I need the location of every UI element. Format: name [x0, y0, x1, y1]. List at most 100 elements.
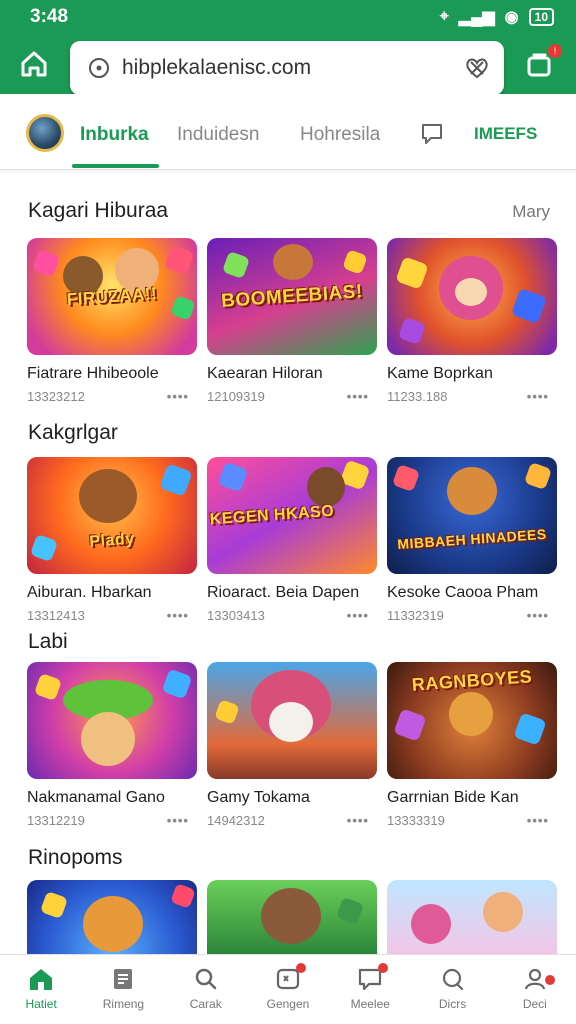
bottom-navigation: Hatiet Rimeng Carak Gengen Meelee Dicrs … — [0, 954, 576, 1024]
tab-induidesn[interactable]: Induidesn — [177, 124, 259, 146]
nav-item-profile[interactable]: Deci — [494, 955, 576, 1024]
game-thumbnail[interactable] — [207, 880, 377, 954]
signal-icon: ▂▄▆ — [458, 9, 495, 26]
card-title: Nakmanamal Gano — [27, 789, 165, 806]
nav-item-home[interactable]: Hatiet — [0, 955, 82, 1024]
game-thumbnail[interactable] — [207, 662, 377, 779]
card-title: Fiatrare Hhibeoole — [27, 365, 159, 382]
status-bar: 3:48 ⌖ ▂▄▆ ◉ 10 — [0, 0, 576, 34]
avatar[interactable] — [26, 114, 64, 152]
game-thumbnail[interactable]: KEGEN HKASO — [207, 457, 377, 574]
home-button[interactable] — [0, 34, 68, 94]
game-card[interactable]: Kame Boprkan 11233.188 •••• — [387, 238, 557, 404]
card-title: Gamy Tokama — [207, 789, 310, 806]
tab-imeefs[interactable]: IMEEFS — [474, 124, 537, 144]
game-card[interactable]: Gamy Tokama 14942312 •••• — [207, 662, 377, 828]
nav-item-messages[interactable]: Meelee — [329, 955, 411, 1024]
thumbnail-art-text: MIBBAEH HINADEES — [396, 525, 548, 553]
site-info-icon[interactable] — [88, 57, 110, 79]
card-title: Rioaract. Beia Dapen — [207, 584, 360, 601]
game-thumbnail[interactable] — [387, 880, 557, 954]
section-title-2: Kakgrlgar — [28, 421, 118, 444]
nav-label: Dicrs — [438, 997, 467, 1011]
more-options-icon[interactable]: •••• — [167, 389, 197, 404]
game-card[interactable] — [207, 880, 377, 954]
game-card[interactable] — [387, 880, 557, 954]
game-card[interactable] — [27, 880, 197, 954]
game-card[interactable]: Plady Aiburan. Hbarkan 13312413 •••• — [27, 457, 197, 623]
game-card[interactable]: FIRUZAA!! Fiatrare Hhibeoole 13323212 •••… — [27, 238, 197, 404]
game-card[interactable]: RAGNBOYES Garrnian Bide Kan 13333319 •••• — [387, 662, 557, 828]
battery-indicator: 10 — [528, 8, 554, 26]
card-meta: 12109319 — [207, 389, 265, 404]
tab-inburka[interactable]: Inburka — [80, 124, 149, 146]
section-title-3: Labi — [28, 630, 68, 653]
nav-item-ranking[interactable]: Rimeng — [82, 955, 164, 1024]
discover-icon — [442, 968, 463, 991]
nav-label: Meelee — [350, 997, 390, 1011]
more-options-icon[interactable]: •••• — [347, 389, 377, 404]
game-card[interactable]: BOOMEEBIAS! Kaearan Hiloran 12109319 •••• — [207, 238, 377, 404]
card-meta: 13312219 — [27, 813, 85, 828]
card-meta: 13333319 — [387, 813, 445, 828]
nav-item-search[interactable]: Carak — [165, 955, 247, 1024]
nav-label: Hatiet — [25, 997, 57, 1011]
tabs-button[interactable]: ! — [522, 44, 562, 82]
location-icon: ⌖ — [439, 8, 449, 25]
card-title: Kesoke Caooa Pham — [387, 584, 539, 601]
section-more-link[interactable]: Mary — [512, 202, 550, 222]
nav-label: Gengen — [266, 997, 310, 1011]
tab-hohresila[interactable]: Hohresila — [300, 124, 380, 146]
game-card[interactable]: MIBBAEH HINADEES Kesoke Caooa Pham 11332… — [387, 457, 557, 623]
nav-label: Rimeng — [102, 997, 145, 1011]
nav-item-discover[interactable]: Dicrs — [411, 955, 493, 1024]
status-icons: ⌖ ▂▄▆ ◉ 10 — [440, 7, 554, 27]
status-time: 3:48 — [30, 6, 69, 27]
more-options-icon[interactable]: •••• — [527, 813, 557, 828]
ranking-icon — [114, 969, 133, 989]
card-title: Kaearan Hiloran — [207, 365, 323, 382]
notification-dot — [295, 963, 306, 973]
more-options-icon[interactable]: •••• — [167, 813, 197, 828]
game-thumbnail[interactable]: Plady — [27, 457, 197, 574]
bookmark-heart-icon[interactable] — [464, 56, 490, 80]
card-meta: 13312413 — [27, 608, 85, 623]
nav-label: Deci — [522, 997, 547, 1011]
more-options-icon[interactable]: •••• — [167, 608, 197, 623]
game-card[interactable]: Nakmanamal Gano 13312219 •••• — [27, 662, 197, 828]
card-meta: 11332319 — [387, 608, 444, 623]
game-thumbnail[interactable]: FIRUZAA!! — [27, 238, 197, 355]
nav-item-games[interactable]: Gengen — [247, 955, 329, 1024]
game-thumbnail[interactable] — [27, 662, 197, 779]
profile-icon — [524, 968, 545, 990]
section-title-4: Rinopoms — [28, 846, 123, 869]
card-meta: 14942312 — [207, 813, 265, 828]
thumbnail-art-text: KEGEN HKASO — [209, 502, 335, 528]
notification-badge: ! — [548, 44, 562, 58]
game-thumbnail[interactable]: BOOMEEBIAS! — [207, 238, 377, 355]
nav-label: Carak — [189, 997, 222, 1011]
card-title: Aiburan. Hbarkan — [27, 584, 152, 601]
notification-dot — [378, 963, 389, 973]
game-thumbnail[interactable] — [387, 238, 557, 355]
chat-icon[interactable] — [420, 122, 444, 146]
card-meta: 11233.188 — [387, 389, 448, 404]
more-options-icon[interactable]: •••• — [347, 608, 377, 623]
game-thumbnail[interactable]: MIBBAEH HINADEES — [387, 457, 557, 574]
game-thumbnail[interactable]: RAGNBOYES — [387, 662, 557, 779]
active-tab-indicator — [72, 164, 159, 168]
section-title-1: Kagari Hiburaa — [28, 199, 169, 222]
more-options-icon[interactable]: •••• — [527, 389, 557, 404]
more-options-icon[interactable]: •••• — [527, 608, 557, 623]
thumbnail-art-text: BOOMEEBIAS! — [220, 280, 364, 312]
card-meta: 13323212 — [27, 389, 85, 404]
more-options-icon[interactable]: •••• — [347, 813, 377, 828]
game-thumbnail[interactable] — [27, 880, 197, 954]
card-meta: 13303413 — [207, 608, 265, 623]
address-bar[interactable]: hibplekalaenisc.com — [70, 41, 504, 95]
url-text[interactable]: hibplekalaenisc.com — [110, 56, 464, 80]
game-card[interactable]: KEGEN HKASO Rioaract. Beia Dapen 1330341… — [207, 457, 377, 623]
card-title: Kame Boprkan — [387, 365, 493, 382]
search-icon — [195, 968, 216, 990]
home-icon — [21, 51, 47, 77]
